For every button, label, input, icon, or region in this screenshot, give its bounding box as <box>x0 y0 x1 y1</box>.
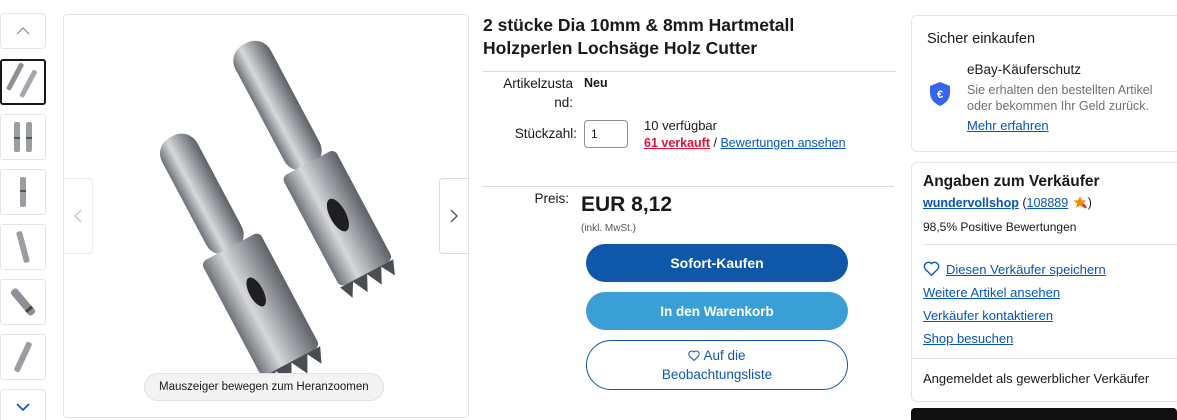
buy-now-button[interactable]: Sofort-Kaufen <box>586 244 848 282</box>
product-photo <box>160 40 395 389</box>
available-count: 10 verfügbar <box>644 118 717 133</box>
watch-line1-text: Auf die <box>703 348 746 363</box>
save-seller-link[interactable]: Diesen Verkäufer speichern <box>923 261 1106 277</box>
condition-label: Artikelzusta nd: <box>489 74 573 112</box>
thumbnail-image <box>16 231 30 263</box>
heart-icon <box>923 261 940 276</box>
buyer-protection-text-line2: oder bekommen Ihr Geld zurück. <box>967 99 1150 113</box>
separator: / <box>713 136 717 150</box>
thumbnail-image <box>14 341 32 373</box>
purchase-panel: Artikelzusta nd: Neu Stückzahl: 10 verfü… <box>483 0 897 420</box>
vat-note: (inkl. MwSt.) <box>581 223 636 234</box>
seller-name-link[interactable]: wundervollshop <box>923 196 1019 210</box>
svg-text:€: € <box>937 89 943 101</box>
euro-shield-icon: € <box>930 82 950 106</box>
buyer-protection-text: Sie erhalten den bestellten Artikel oder… <box>967 82 1153 114</box>
learn-more-link[interactable]: Mehr erfahren <box>967 118 1049 133</box>
price-label: Preis: <box>534 191 569 206</box>
zoom-hint: Mauszeiger bewegen zum Heranzoomen <box>144 373 384 401</box>
condition-value: Neu <box>584 76 608 90</box>
thumbnail-image <box>20 177 26 207</box>
seller-info-title: Angaben zum Verkäufer <box>923 173 1100 190</box>
thumbnail-3[interactable] <box>0 169 46 215</box>
safe-shopping-title: Sicher einkaufen <box>927 31 1036 47</box>
more-items-link[interactable]: Weitere Artikel ansehen <box>923 285 1060 300</box>
chevron-up-icon <box>16 27 30 35</box>
previous-image-button[interactable] <box>64 178 93 254</box>
feedback-score-link[interactable]: 108889 <box>1027 196 1069 210</box>
save-seller-label: Diesen Verkäufer speichern <box>946 262 1106 277</box>
thumbnail-image <box>14 122 32 152</box>
watch-line2: Beobachtungsliste <box>661 367 773 382</box>
chevron-left-icon <box>74 209 82 223</box>
divider <box>483 186 894 187</box>
feedback-close-paren: ) <box>1087 196 1092 210</box>
thumbnail-2[interactable] <box>0 114 46 160</box>
divider <box>912 358 1177 359</box>
thumbnail-image <box>6 62 37 98</box>
visit-shop-link[interactable]: Shop besuchen <box>923 331 1013 346</box>
business-seller-note: Angemeldet als gewerblicher Verkäufer <box>923 371 1150 386</box>
seller-info-panel: Angaben zum Verkäufer wundervollshop (10… <box>911 162 1177 402</box>
sold-and-reviews: 61 verkauft / Bewertungen ansehen <box>644 136 846 150</box>
thumbnail-5[interactable] <box>0 279 46 325</box>
watch-line1: Auf die <box>688 346 746 365</box>
thumbnail-scroll-down-button[interactable] <box>0 389 46 420</box>
seller-identity: wundervollshop (108889 ) <box>923 195 1092 210</box>
thumbnail-strip <box>0 13 48 420</box>
star-icon <box>1073 196 1087 209</box>
partial-banner <box>911 408 1177 420</box>
thumbnail-1[interactable] <box>0 59 46 105</box>
price-value: EUR 8,12 <box>581 193 673 216</box>
buyer-protection-text-line1: Sie erhalten den bestellten Artikel <box>967 83 1153 97</box>
add-to-cart-button[interactable]: In den Warenkorb <box>586 292 848 330</box>
add-to-watchlist-button[interactable]: Auf die Beobachtungsliste <box>586 340 848 390</box>
thumbnail-4[interactable] <box>0 224 46 270</box>
reviews-link[interactable]: Bewertungen ansehen <box>720 136 845 150</box>
main-product-image[interactable]: Mauszeiger bewegen zum Heranzoomen <box>63 14 469 418</box>
safe-shopping-panel: Sicher einkaufen € eBay-Käuferschutz Sie… <box>911 15 1177 152</box>
heart-icon <box>688 350 701 361</box>
divider <box>923 244 1177 245</box>
condition-label-line2: nd: <box>554 95 573 110</box>
thumbnail-image <box>10 288 36 316</box>
quantity-input[interactable] <box>584 120 628 148</box>
contact-seller-link[interactable]: Verkäufer kontaktieren <box>923 308 1053 323</box>
sold-count-link[interactable]: 61 verkauft <box>644 136 710 150</box>
condition-label-line1: Artikelzusta <box>503 76 573 91</box>
quantity-label: Stückzahl: <box>514 126 577 141</box>
next-image-button[interactable] <box>439 178 468 254</box>
thumbnail-6[interactable] <box>0 334 46 380</box>
chevron-right-icon <box>450 209 458 223</box>
positive-feedback: 98,5% Positive Bewertungen <box>923 220 1077 234</box>
thumbnail-scroll-up-button[interactable] <box>0 13 46 49</box>
buyer-protection-title: eBay-Käuferschutz <box>967 62 1082 77</box>
chevron-down-icon <box>16 403 30 411</box>
